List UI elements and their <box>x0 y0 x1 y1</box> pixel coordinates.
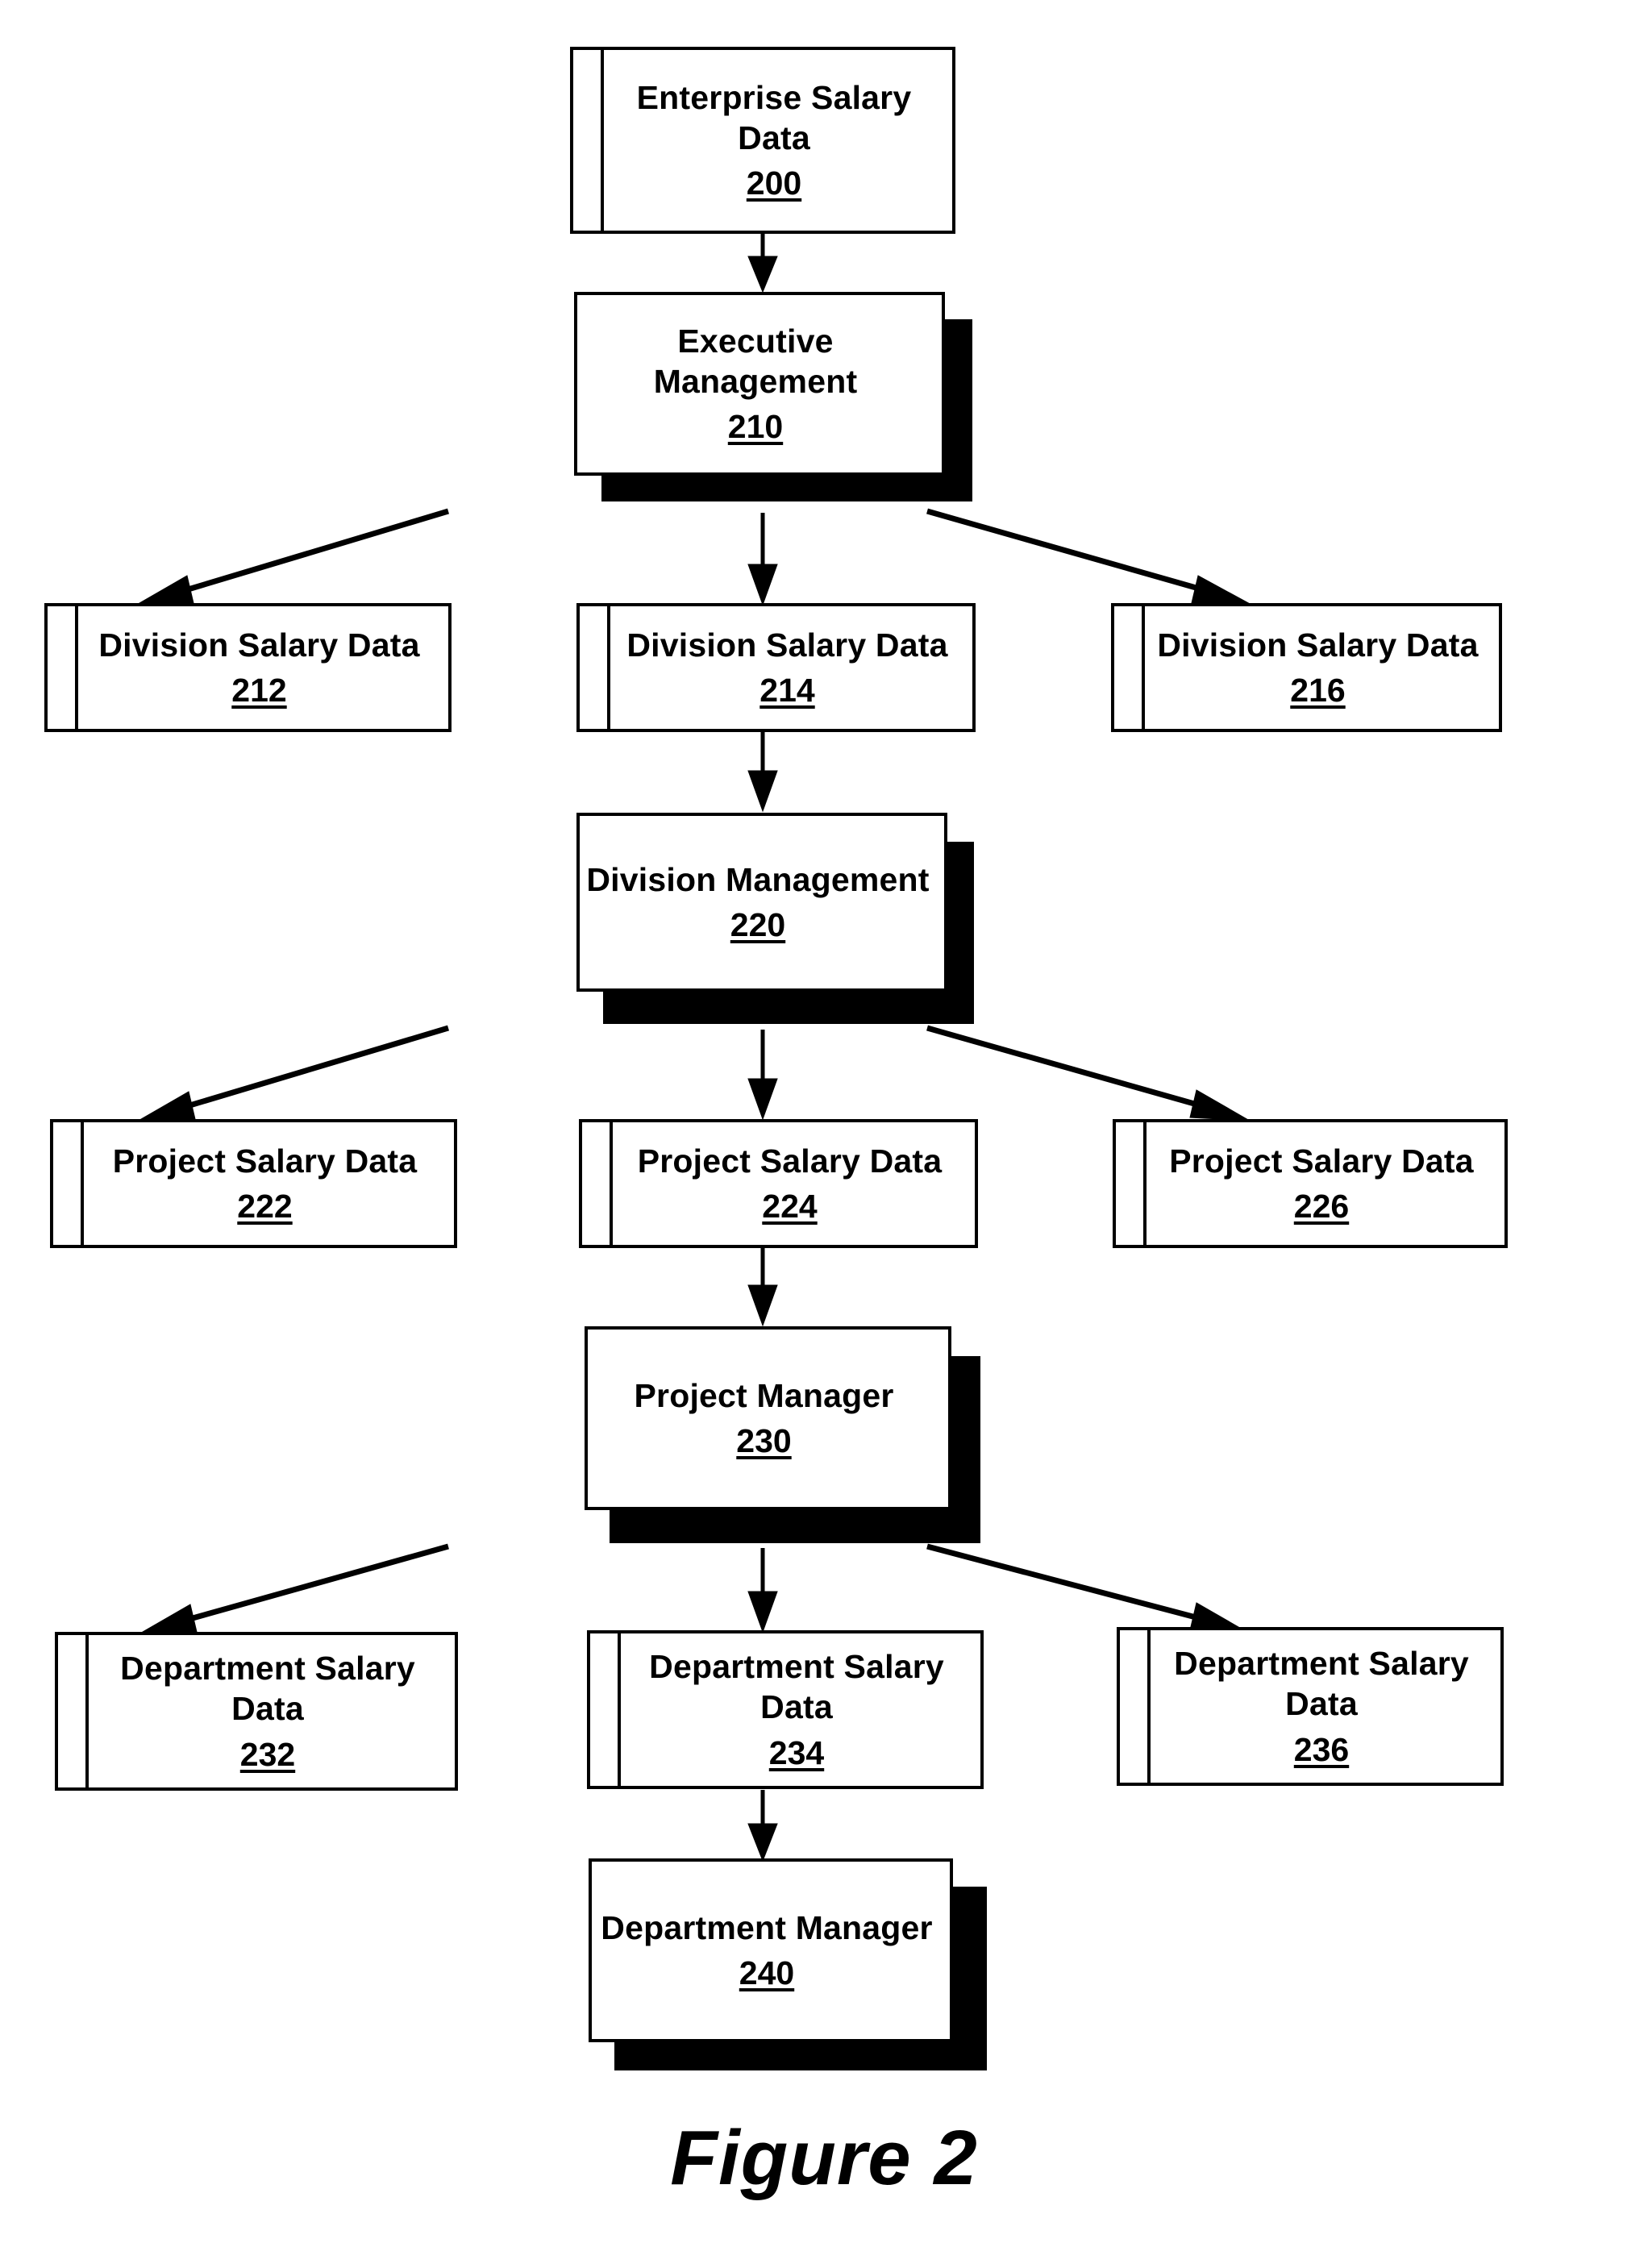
node-project-salary-data-226[interactable]: Project Salary Data 226 <box>1113 1119 1508 1248</box>
node-title: Division Salary Data <box>626 626 948 664</box>
edge-230-to-236 <box>926 1543 1251 1634</box>
node-ref: 200 <box>746 164 802 202</box>
node-ref: 222 <box>237 1188 293 1225</box>
store-rule-icon <box>75 603 78 732</box>
store-rule-icon <box>81 1119 84 1248</box>
store-rule-icon <box>85 1632 89 1791</box>
node-ref: 216 <box>1290 672 1346 709</box>
node-enterprise-salary-data-200[interactable]: Enterprise Salary Data 200 <box>570 47 955 234</box>
node-title: Department Salary Data <box>1174 1645 1469 1723</box>
node-title: Department Salary Data <box>120 1650 415 1728</box>
node-department-manager-240[interactable]: Department Manager 240 <box>589 1858 953 2042</box>
edge-234-to-240 <box>747 1790 778 1862</box>
edge-224-to-230 <box>747 1246 778 1327</box>
node-ref: 212 <box>231 672 287 709</box>
figure-caption: Figure 2 <box>670 2115 978 2201</box>
store-rule-icon <box>601 47 604 234</box>
edge-230-to-234 <box>747 1548 778 1633</box>
node-title: Project Salary Data <box>637 1142 943 1180</box>
node-division-management-220[interactable]: Division Management 220 <box>576 813 947 992</box>
node-title: Project Salary Data <box>112 1142 418 1180</box>
node-title: Executive Management <box>653 322 858 400</box>
node-ref: 210 <box>727 408 784 445</box>
store-rule-icon <box>618 1630 621 1789</box>
node-title: Enterprise Salary Data <box>636 78 912 156</box>
edge-230-to-232 <box>136 1543 449 1636</box>
node-project-salary-data-224[interactable]: Project Salary Data 224 <box>579 1119 978 1248</box>
store-rule-icon <box>1143 1119 1147 1248</box>
node-division-salary-data-216[interactable]: Division Salary Data 216 <box>1111 603 1502 732</box>
node-ref: 240 <box>739 1954 795 1991</box>
edge-220-to-226 <box>926 1025 1251 1122</box>
store-rule-icon <box>607 603 610 732</box>
edge-220-to-224 <box>747 1030 778 1121</box>
node-division-salary-data-214[interactable]: Division Salary Data 214 <box>576 603 976 732</box>
store-rule-icon <box>1142 603 1145 732</box>
node-ref: 214 <box>759 672 815 709</box>
edge-214-to-220 <box>747 730 778 813</box>
node-title: Division Salary Data <box>98 626 420 664</box>
edge-210-to-216 <box>926 508 1252 605</box>
figure-2-diagram: Enterprise Salary Data 200 Executive Man… <box>0 0 1648 2268</box>
node-ref: 224 <box>762 1188 818 1225</box>
edge-210-to-214 <box>747 513 778 606</box>
edge-200-to-210 <box>747 234 778 293</box>
node-department-salary-data-232[interactable]: Department Salary Data 232 <box>55 1632 458 1791</box>
node-title: Department Salary Data <box>649 1648 944 1726</box>
node-title: Division Salary Data <box>1157 626 1479 664</box>
edge-220-to-222 <box>135 1025 450 1123</box>
node-project-salary-data-222[interactable]: Project Salary Data 222 <box>50 1119 457 1248</box>
node-division-salary-data-212[interactable]: Division Salary Data 212 <box>44 603 452 732</box>
node-ref: 230 <box>736 1422 792 1459</box>
node-title: Project Salary Data <box>1169 1142 1474 1180</box>
store-rule-icon <box>610 1119 613 1248</box>
node-ref: 226 <box>1293 1188 1350 1225</box>
node-title: Project Manager <box>634 1376 894 1414</box>
node-department-salary-data-234[interactable]: Department Salary Data 234 <box>587 1630 984 1789</box>
store-rule-icon <box>1147 1627 1151 1786</box>
node-executive-management-210[interactable]: Executive Management 210 <box>574 292 945 476</box>
node-ref: 234 <box>768 1733 825 1771</box>
node-project-manager-230[interactable]: Project Manager 230 <box>585 1326 951 1510</box>
node-title: Division Management <box>586 860 930 898</box>
node-department-salary-data-236[interactable]: Department Salary Data 236 <box>1117 1627 1504 1786</box>
edge-210-to-212 <box>133 508 450 607</box>
node-ref: 236 <box>1293 1730 1350 1768</box>
node-ref: 232 <box>239 1735 296 1773</box>
node-ref: 220 <box>730 906 786 943</box>
node-title: Department Manager <box>601 1908 933 1946</box>
